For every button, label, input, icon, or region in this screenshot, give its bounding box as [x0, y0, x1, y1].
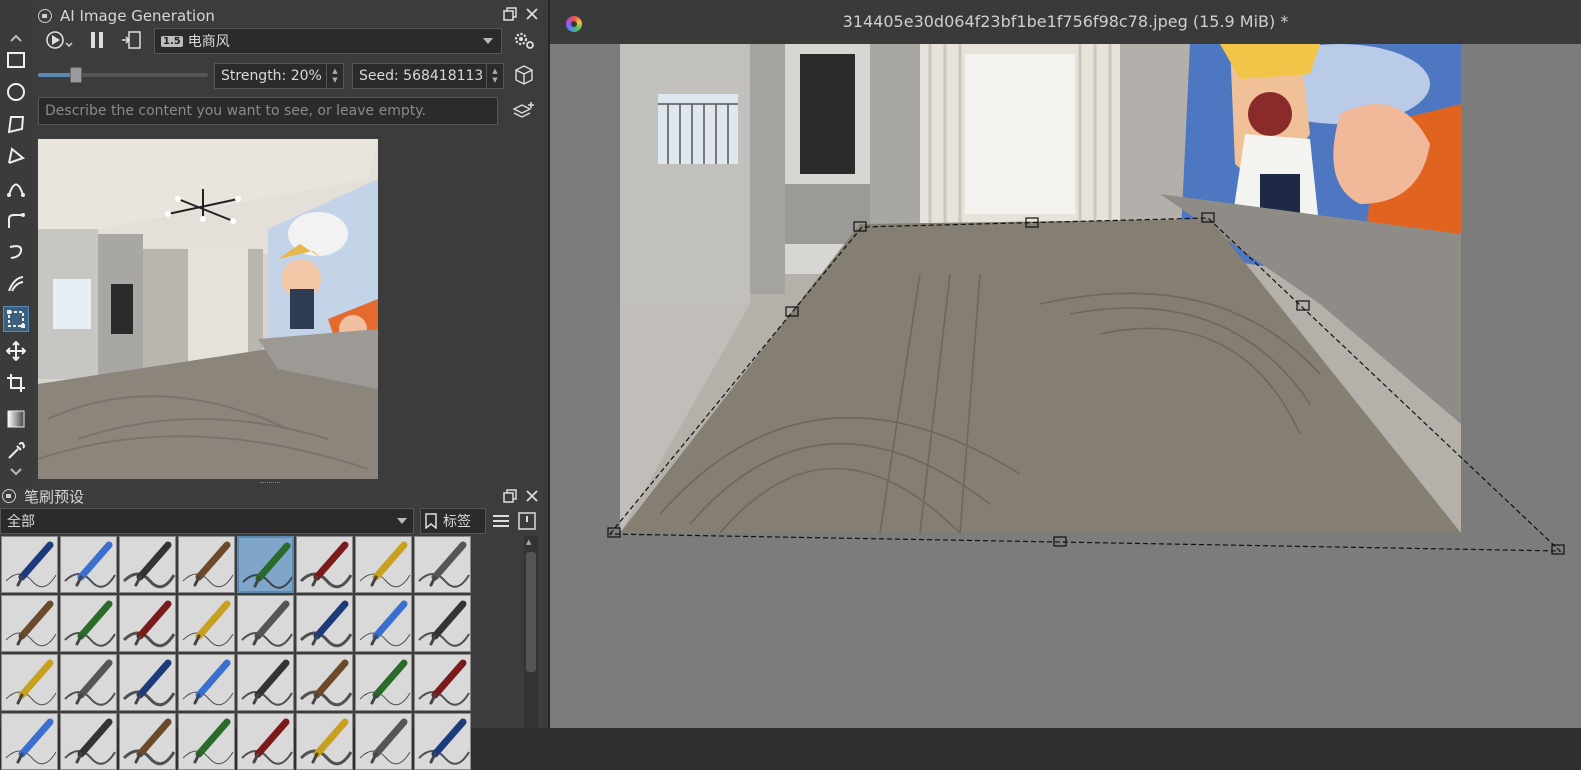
pause-button[interactable]	[86, 28, 108, 52]
brush-filter-value: 全部	[7, 514, 35, 530]
tag-label: 标签	[443, 514, 471, 530]
brush-preset-tile[interactable]	[355, 654, 412, 711]
rectangle-tool-icon[interactable]	[3, 47, 29, 73]
brush-preset-tile[interactable]	[60, 713, 117, 770]
settings-gear-icon[interactable]	[512, 28, 536, 52]
strength-label: Strength: 20%	[221, 68, 322, 84]
apply-result-icon[interactable]	[120, 28, 142, 52]
prompt-input[interactable]: Describe the content you want to see, or…	[38, 97, 498, 125]
style-select[interactable]: 1.5 电商风	[154, 28, 502, 54]
brush-preset-tile[interactable]	[296, 536, 353, 593]
tag-select[interactable]: 标签	[420, 508, 486, 534]
transform-handle[interactable]	[607, 527, 621, 538]
brush-preset-tile[interactable]	[237, 654, 294, 711]
polygon-tool-icon[interactable]	[3, 111, 29, 137]
style-badge: 1.5	[161, 35, 183, 47]
brush-preset-tile[interactable]	[60, 536, 117, 593]
brush-scrollbar[interactable]: ▲	[524, 536, 538, 728]
brush-preset-tile[interactable]	[1, 595, 58, 652]
style-name: 电商风	[187, 34, 230, 50]
polyline-tool-icon[interactable]	[3, 143, 29, 169]
brush-preset-tile[interactable]	[237, 713, 294, 770]
panel-header: AI Image Generation	[38, 2, 215, 30]
brush-preset-tile[interactable]	[178, 713, 235, 770]
brush-panel-header: 笔刷预设	[2, 482, 84, 510]
bookmark-icon	[425, 513, 437, 529]
panel-title: AI Image Generation	[60, 7, 215, 25]
brush-panel-title: 笔刷预设	[24, 487, 85, 506]
move-tool-icon[interactable]	[3, 338, 29, 364]
strength-slider[interactable]	[38, 66, 208, 84]
close-panel-icon[interactable]	[524, 488, 540, 504]
bezier-tool-icon[interactable]	[3, 175, 29, 201]
brush-preset-tile[interactable]	[119, 595, 176, 652]
brush-preset-tile[interactable]	[60, 595, 117, 652]
brush-preset-tile[interactable]	[414, 595, 471, 652]
transform-outline[interactable]	[550, 0, 1581, 728]
seed-field[interactable]: Seed: 568418113 ▲ ▼	[352, 63, 504, 89]
brush-preset-tile[interactable]	[296, 595, 353, 652]
ellipse-tool-icon[interactable]	[3, 79, 29, 105]
gradient-tool-icon[interactable]	[3, 406, 29, 432]
brush-filter-select[interactable]: 全部	[0, 508, 414, 534]
strength-field[interactable]: Strength: 20% ▲ ▼	[214, 63, 344, 89]
brush-preset-tile[interactable]	[355, 713, 412, 770]
transform-handle[interactable]	[785, 306, 799, 317]
dynamic-brush-icon[interactable]	[3, 239, 29, 265]
chevron-down-icon	[397, 518, 407, 524]
brush-grid	[1, 536, 481, 770]
lock-icon[interactable]	[2, 489, 16, 503]
list-view-icon[interactable]	[490, 510, 512, 532]
brush-preset-tile[interactable]	[178, 536, 235, 593]
chevron-down-icon	[483, 38, 493, 44]
brush-preset-tile[interactable]	[119, 654, 176, 711]
brush-preset-tile[interactable]	[355, 536, 412, 593]
multibrush-icon[interactable]	[3, 271, 29, 297]
seed-spinner[interactable]: ▲ ▼	[486, 64, 503, 88]
brush-preset-tile[interactable]	[414, 654, 471, 711]
brush-preset-tile[interactable]	[296, 713, 353, 770]
prompt-placeholder: Describe the content you want to see, or…	[45, 103, 426, 119]
crop-tool-icon[interactable]	[3, 370, 29, 396]
scroll-down-icon[interactable]	[3, 458, 29, 484]
brush-preset-tile[interactable]	[178, 595, 235, 652]
brush-preset-tile[interactable]	[1, 713, 58, 770]
transform-handle[interactable]	[1201, 212, 1215, 223]
transform-tool-icon[interactable]	[3, 306, 29, 332]
brush-preset-tile[interactable]	[178, 654, 235, 711]
brush-preset-tile[interactable]	[414, 536, 471, 593]
brush-preset-tile[interactable]	[414, 713, 471, 770]
lock-icon[interactable]	[38, 9, 52, 23]
float-panel-icon[interactable]	[502, 6, 518, 22]
slider-handle[interactable]	[70, 67, 82, 83]
brush-preset-tile[interactable]	[60, 654, 117, 711]
brush-presets-panel: 笔刷预设 全部 标签 ▲	[0, 488, 548, 770]
strength-spinner[interactable]: ▲ ▼	[326, 64, 343, 88]
brush-preset-tile[interactable]	[237, 536, 294, 593]
ai-generation-panel: AI Image Generation 1.5 电商风 Strength: 20…	[32, 0, 548, 488]
brush-preset-tile[interactable]	[355, 595, 412, 652]
add-layer-icon[interactable]	[510, 99, 538, 123]
generate-play-button[interactable]	[44, 28, 74, 52]
brush-settings-icon[interactable]	[516, 510, 538, 532]
brush-preset-tile[interactable]	[119, 713, 176, 770]
seed-label: Seed: 568418113	[359, 68, 484, 84]
brush-preset-tile[interactable]	[237, 595, 294, 652]
freehand-path-icon[interactable]	[3, 207, 29, 233]
close-panel-icon[interactable]	[524, 6, 540, 22]
brush-preset-tile[interactable]	[119, 536, 176, 593]
brush-preset-tile[interactable]	[1, 654, 58, 711]
generated-preview-image[interactable]	[38, 139, 378, 479]
resize-grip[interactable]	[260, 482, 280, 486]
brush-preset-tile[interactable]	[296, 654, 353, 711]
random-seed-icon[interactable]	[512, 63, 536, 87]
brush-preset-tile[interactable]	[1, 536, 58, 593]
float-panel-icon[interactable]	[502, 488, 518, 504]
